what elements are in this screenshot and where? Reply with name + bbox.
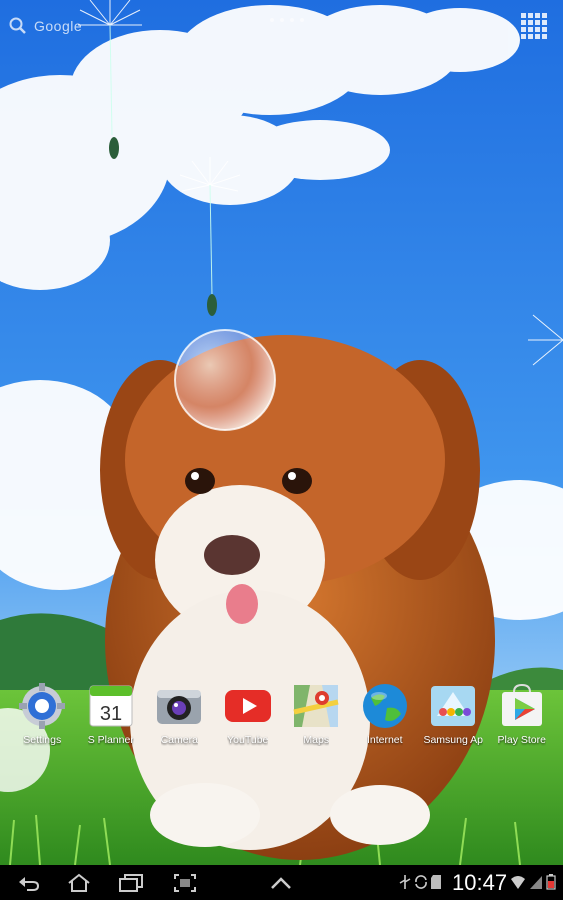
wifi-icon (511, 876, 525, 889)
page-dot (270, 18, 274, 22)
app-s-planner[interactable]: 31 S Planner (77, 682, 146, 752)
expand-up-icon (271, 877, 291, 889)
home-icon (68, 873, 90, 892)
app-label: YouTube (227, 734, 269, 746)
usb-icon (399, 875, 411, 889)
sync-icon (415, 875, 427, 889)
app-internet[interactable]: Internet (351, 682, 420, 752)
play-store-icon (498, 682, 546, 730)
camera-icon (155, 682, 203, 730)
page-dot (290, 18, 294, 22)
app-youtube[interactable]: YouTube (214, 682, 283, 752)
globe-icon (361, 682, 409, 730)
calendar-date: 31 (100, 703, 122, 725)
sd-card-icon (431, 875, 441, 889)
back-button[interactable] (14, 871, 44, 895)
screenshot-icon (174, 874, 196, 892)
app-settings[interactable]: Settings (8, 682, 77, 752)
page-indicator (270, 18, 304, 22)
system-navigation-bar: 10:47 (0, 865, 563, 900)
battery-icon (546, 874, 556, 890)
recent-apps-icon (119, 874, 143, 892)
page-dot (300, 18, 304, 22)
app-label: Internet (366, 734, 403, 746)
home-button[interactable] (64, 871, 94, 895)
youtube-icon (224, 682, 272, 730)
app-label: Samsung Ap (423, 734, 484, 746)
app-play-store[interactable]: Play Store (488, 682, 557, 752)
page-dot (280, 18, 284, 22)
clock: 10:47 (452, 870, 508, 895)
app-samsung-apps[interactable]: Samsung Ap (419, 682, 488, 752)
calendar-icon: 31 (87, 682, 135, 730)
app-maps[interactable]: Maps (282, 682, 351, 752)
google-label: Google (34, 18, 83, 34)
apps-grid-icon (521, 13, 547, 39)
app-label: S Planner (87, 734, 134, 746)
samsung-apps-icon (429, 682, 477, 730)
screenshot-button[interactable] (170, 871, 200, 895)
expand-up-button[interactable] (266, 871, 296, 895)
back-icon (19, 877, 40, 891)
signal-icon (530, 876, 542, 889)
app-label: Maps (303, 734, 330, 746)
google-search-bar[interactable]: Google (8, 14, 82, 38)
app-label: Settings (23, 734, 62, 746)
app-label: Camera (160, 734, 198, 746)
search-icon (8, 16, 28, 36)
home-screen-shortcuts: Settings 31 S Planner Camera YouTube Map… (8, 682, 556, 752)
app-label: Play Store (497, 734, 546, 746)
settings-gear-icon (18, 682, 66, 730)
app-camera[interactable]: Camera (145, 682, 214, 752)
recent-apps-button[interactable] (116, 871, 146, 895)
maps-icon (292, 682, 340, 730)
apps-drawer-button[interactable] (520, 12, 548, 40)
